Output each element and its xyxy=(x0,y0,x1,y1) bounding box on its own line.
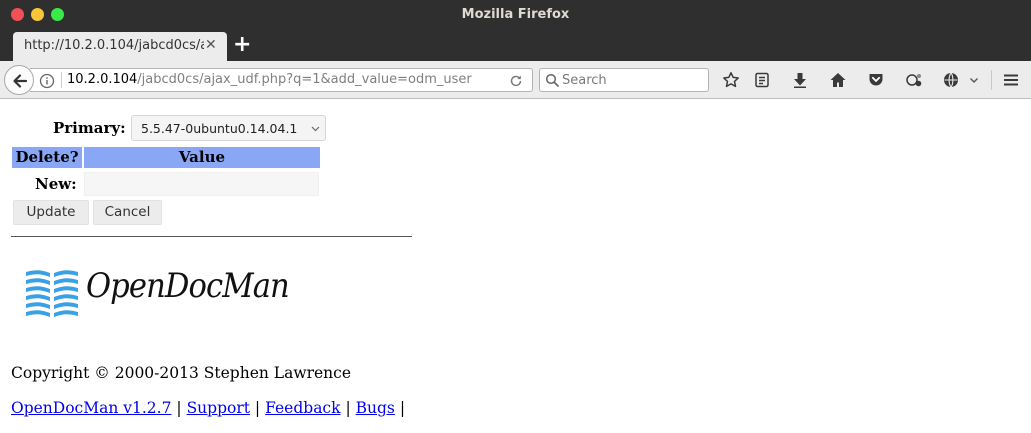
vpn-globe-icon[interactable] xyxy=(942,71,960,89)
horizontal-divider xyxy=(11,236,412,237)
version-link[interactable]: OpenDocMan v1.2.7 xyxy=(11,399,171,417)
back-arrow-icon xyxy=(13,74,28,88)
footer-separator: | xyxy=(176,399,182,417)
column-header-value: Value xyxy=(84,147,320,168)
reading-list-icon[interactable] xyxy=(753,71,771,89)
tab-title: http://10.2.0.104/jabcd0cs/ajax_udf.php?… xyxy=(24,38,204,53)
info-icon[interactable] xyxy=(39,73,55,89)
open-book-icon xyxy=(26,270,78,317)
search-input[interactable] xyxy=(562,71,702,89)
cancel-button[interactable]: Cancel xyxy=(93,200,162,225)
update-button[interactable]: Update xyxy=(13,200,89,225)
url-separator xyxy=(61,72,62,88)
downloads-icon[interactable] xyxy=(791,71,809,89)
feedback-link[interactable]: Feedback xyxy=(265,399,340,417)
new-value-label: New: xyxy=(35,175,77,193)
url-text[interactable]: 10.2.0.104/jabcd0cs/ajax_udf.php?q=1&add… xyxy=(67,72,502,87)
tab-close-icon[interactable]: ✕ xyxy=(205,37,217,53)
hamburger-menu-icon[interactable] xyxy=(1002,71,1020,89)
url-host: 10.2.0.104 xyxy=(67,72,138,87)
footer-separator: | xyxy=(254,399,261,417)
support-link[interactable]: Support xyxy=(187,399,250,417)
opendocman-logo: OpenDocMan xyxy=(24,260,290,336)
reload-icon[interactable] xyxy=(508,73,524,89)
back-button[interactable] xyxy=(4,65,34,95)
primary-select-value: 5.5.47-0ubuntu0.14.04.1 xyxy=(141,121,298,136)
window-titlebar: Mozilla Firefox xyxy=(0,0,1031,32)
page-content: Primary: 5.5.47-0ubuntu0.14.04.1 Delete?… xyxy=(0,100,1031,433)
chevron-down-icon[interactable] xyxy=(968,71,980,89)
bookmark-star-icon[interactable] xyxy=(722,71,740,89)
search-icon xyxy=(545,73,559,87)
pocket-icon[interactable] xyxy=(867,71,885,89)
navigation-bar: 10.2.0.104/jabcd0cs/ajax_udf.php?q=1&add… xyxy=(0,61,1031,99)
primary-select[interactable]: 5.5.47-0ubuntu0.14.04.1 xyxy=(131,115,326,141)
url-bar[interactable]: 10.2.0.104/jabcd0cs/ajax_udf.php?q=1&add… xyxy=(30,68,533,92)
new-tab-icon[interactable]: + xyxy=(233,32,251,57)
footer-separator: | xyxy=(345,399,351,417)
url-path: /jabcd0cs/ajax_udf.php?q=1&add_value=odm… xyxy=(137,72,472,87)
footer-links: OpenDocMan v1.2.7 | Support | Feedback |… xyxy=(11,399,405,417)
copyright-text: Copyright © 2000-2013 Stephen Lawrence xyxy=(11,364,352,382)
new-value-input[interactable] xyxy=(84,172,319,196)
window-title: Mozilla Firefox xyxy=(461,7,570,22)
home-icon[interactable] xyxy=(829,71,847,89)
logo-text: OpenDocMan xyxy=(86,266,290,306)
column-header-delete: Delete? xyxy=(12,147,82,168)
extension-icon[interactable] xyxy=(905,71,923,89)
primary-label: Primary: xyxy=(53,119,126,137)
chevron-down-icon xyxy=(311,126,320,132)
browser-tab[interactable]: http://10.2.0.104/jabcd0cs/ajax_udf.php?… xyxy=(13,32,227,61)
footer-separator: | xyxy=(399,399,406,417)
bugs-link[interactable]: Bugs xyxy=(356,399,395,417)
toolbar-separator xyxy=(991,70,992,90)
tab-strip: http://10.2.0.104/jabcd0cs/ajax_udf.php?… xyxy=(0,32,1031,61)
search-bar[interactable] xyxy=(539,68,709,92)
